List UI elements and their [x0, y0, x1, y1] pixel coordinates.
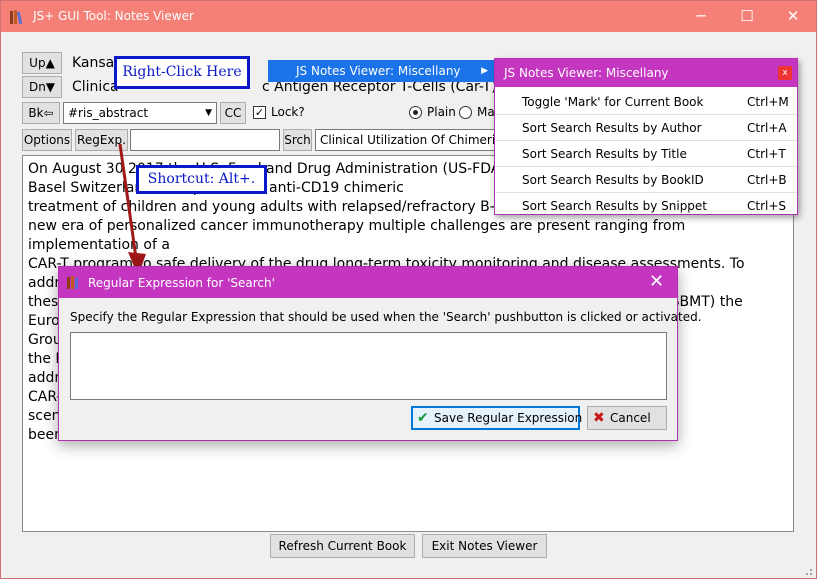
window-title: JS+ GUI Tool: Notes Viewer — [33, 9, 194, 23]
exit-viewer-button[interactable]: Exit Notes Viewer — [422, 534, 547, 558]
plain-label: Plain — [427, 105, 456, 119]
checkmark-icon: ✔ — [417, 410, 429, 426]
right-click-callout: Right-Click Here — [114, 56, 250, 89]
submenu-item-label: Toggle 'Mark' for Current Book — [522, 95, 704, 109]
back-button[interactable]: Bk⇦ — [22, 102, 60, 124]
submenu-header: JS Notes Viewer: Miscellany x — [495, 59, 797, 87]
dialog-prompt: Specify the Regular Expression that shou… — [70, 310, 702, 324]
up-button[interactable]: Up▲ — [22, 52, 62, 74]
cc-button[interactable]: CC — [220, 102, 246, 124]
pointer-arrow-icon — [118, 143, 146, 276]
close-button[interactable]: ✕ — [770, 1, 816, 32]
submenu-item-sort-bookid[interactable]: Sort Search Results by BookID Ctrl+B — [495, 167, 797, 193]
markup-radio[interactable] — [459, 106, 472, 119]
miscellany-submenu: JS Notes Viewer: Miscellany x Toggle 'Ma… — [494, 58, 798, 215]
save-regex-button[interactable]: ✔ Save Regular Expression — [411, 406, 583, 430]
cross-icon: ✖ — [593, 410, 605, 426]
submenu-title: JS Notes Viewer: Miscellany — [504, 66, 669, 80]
submenu-arrow-icon: ▶ — [481, 66, 488, 76]
submenu-item-shortcut: Ctrl+S — [747, 199, 787, 213]
minimize-button[interactable]: ─ — [678, 1, 724, 32]
submenu-item-label: Sort Search Results by Title — [522, 147, 687, 161]
submenu-item-shortcut: Ctrl+T — [747, 147, 786, 161]
submenu-item-shortcut: Ctrl+M — [747, 95, 789, 109]
resize-grip-icon[interactable] — [803, 566, 813, 576]
shortcut-callout: Shortcut: Alt+. — [136, 165, 267, 194]
context-menu-item-miscellany[interactable]: JS Notes Viewer: Miscellany ▶ — [268, 60, 494, 82]
search-button[interactable]: Srch — [283, 129, 312, 151]
title-field[interactable]: Clinical Utilization Of Chimeric An — [315, 129, 495, 151]
options-button[interactable]: Options — [22, 129, 72, 151]
refresh-book-button[interactable]: Refresh Current Book — [270, 534, 415, 558]
book-author-text: Kansa — [72, 55, 115, 71]
cancel-label: Cancel — [610, 411, 651, 425]
title-bar[interactable]: JS+ GUI Tool: Notes Viewer ─ ☐ ✕ — [1, 1, 816, 32]
regex-input[interactable] — [70, 332, 667, 400]
book-title-text: Clinica — [72, 79, 119, 95]
books-icon — [67, 276, 78, 289]
books-icon — [10, 10, 23, 24]
regex-dialog: Regular Expression for 'Search' ✕ Specif… — [58, 266, 702, 441]
submenu-item-sort-snippet[interactable]: Sort Search Results by Snippet Ctrl+S — [495, 193, 797, 219]
context-menu-item-label: JS Notes Viewer: Miscellany — [296, 64, 461, 78]
field-dropdown[interactable]: #ris_abstract ▼ — [63, 102, 217, 124]
submenu-item-shortcut: Ctrl+B — [747, 173, 787, 187]
submenu-item-sort-title[interactable]: Sort Search Results by Title Ctrl+T — [495, 141, 797, 167]
submenu-item-label: Sort Search Results by Author — [522, 121, 702, 135]
submenu-item-label: Sort Search Results by BookID — [522, 173, 704, 187]
dialog-header[interactable]: Regular Expression for 'Search' ✕ — [59, 267, 677, 298]
submenu-close-button[interactable]: x — [778, 66, 792, 80]
dialog-title: Regular Expression for 'Search' — [88, 276, 275, 290]
dialog-close-button[interactable]: ✕ — [649, 271, 664, 293]
lock-checkbox[interactable]: ✓ — [253, 106, 266, 119]
submenu-item-label: Sort Search Results by Snippet — [522, 199, 708, 213]
save-regex-label: Save Regular Expression — [434, 411, 583, 425]
search-input[interactable] — [130, 129, 280, 151]
submenu-item-shortcut: Ctrl+A — [747, 121, 787, 135]
submenu-item-toggle-mark[interactable]: Toggle 'Mark' for Current Book Ctrl+M — [495, 89, 797, 115]
cancel-button[interactable]: ✖ Cancel — [587, 406, 667, 430]
chevron-down-icon: ▼ — [205, 108, 212, 118]
plain-radio[interactable] — [409, 106, 422, 119]
maximize-button[interactable]: ☐ — [724, 1, 770, 32]
field-dropdown-value: #ris_abstract — [68, 106, 149, 120]
submenu-item-sort-author[interactable]: Sort Search Results by Author Ctrl+A — [495, 115, 797, 141]
down-button[interactable]: Dn▼ — [22, 76, 62, 98]
markup-label: Ma — [477, 105, 495, 119]
lock-label: Lock? — [271, 105, 305, 119]
